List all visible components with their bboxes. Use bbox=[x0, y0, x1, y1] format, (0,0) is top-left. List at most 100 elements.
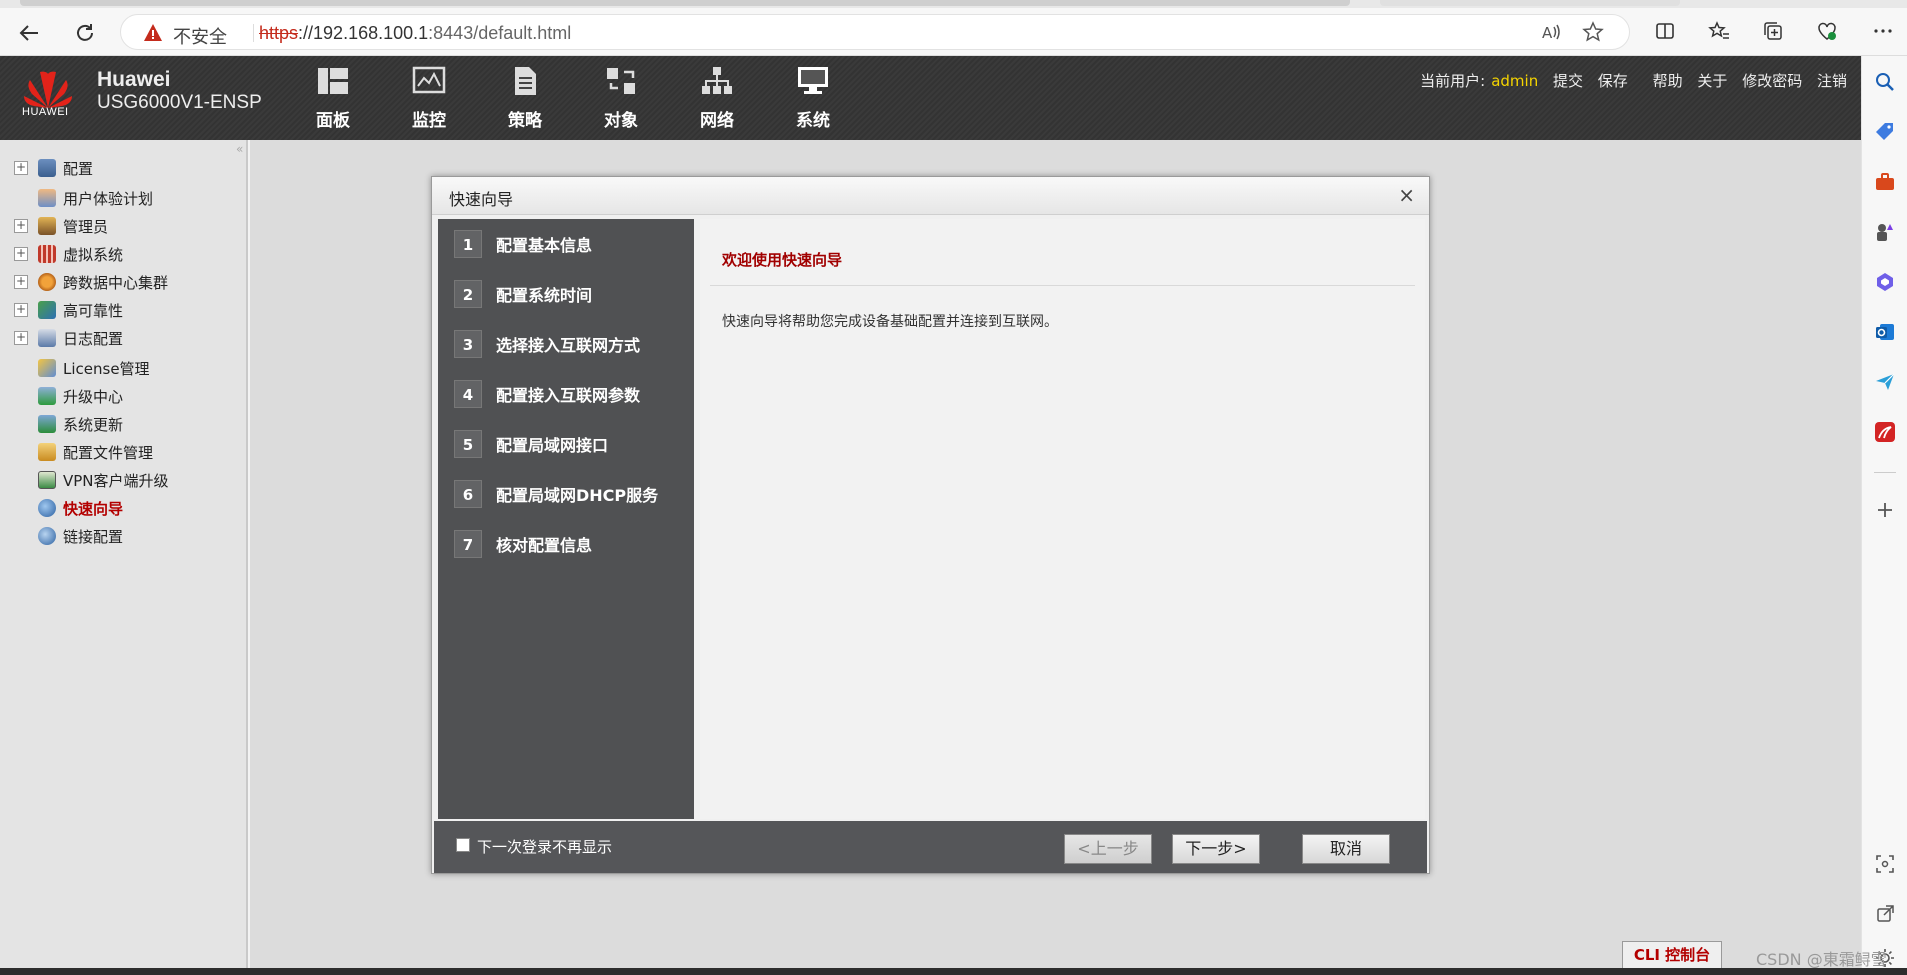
external-link-icon[interactable] bbox=[1873, 902, 1897, 926]
collections-icon[interactable] bbox=[1760, 20, 1786, 46]
more-options-icon[interactable] bbox=[1870, 20, 1896, 46]
shopping-tag-icon[interactable] bbox=[1873, 120, 1897, 144]
expand-icon[interactable]: + bbox=[14, 247, 28, 261]
split-screen-icon[interactable] bbox=[1652, 20, 1678, 46]
expand-icon[interactable]: + bbox=[14, 331, 28, 345]
browser-tab[interactable] bbox=[20, 0, 1350, 6]
tools-icon[interactable] bbox=[1873, 170, 1897, 194]
security-label[interactable]: 不安全 bbox=[173, 23, 227, 49]
dialog-footer: 下一次登录不再显示 <上一步 下一步> 取消 bbox=[434, 821, 1427, 873]
tree-item-label: 链接配置 bbox=[63, 527, 124, 546]
nav-network[interactable]: 网络 bbox=[687, 66, 747, 132]
refresh-icon[interactable] bbox=[70, 18, 100, 48]
next-button[interactable]: 下一步> bbox=[1172, 834, 1260, 864]
tree-item-quick-wizard[interactable]: 快速向导 bbox=[14, 496, 123, 520]
network-icon bbox=[702, 67, 732, 94]
step-label: 核对配置信息 bbox=[496, 536, 593, 555]
screenshot-icon[interactable] bbox=[1873, 852, 1897, 876]
tree-item-config[interactable]: + 配置 bbox=[14, 156, 93, 180]
tree-item-high-availability[interactable]: + 高可靠性 bbox=[14, 298, 123, 322]
cancel-button[interactable]: 取消 bbox=[1302, 834, 1390, 864]
nav-system[interactable]: 系统 bbox=[783, 66, 843, 132]
url-field[interactable]: 不安全 https://192.168.100.1:8443/default.h… bbox=[120, 14, 1630, 50]
tree-item-system-update[interactable]: 系统更新 bbox=[14, 412, 123, 436]
change-password-link[interactable]: 修改密码 bbox=[1742, 72, 1802, 90]
brand: Huawei USG6000V1-ENSP bbox=[97, 68, 262, 114]
nav-dashboard[interactable]: 面板 bbox=[303, 66, 363, 132]
object-icon bbox=[607, 68, 635, 94]
games-icon[interactable] bbox=[1873, 220, 1897, 244]
upgrade-center-icon bbox=[38, 387, 56, 405]
url-host: ://192.168.100.1 bbox=[298, 23, 429, 43]
logo-text: HUAWEI bbox=[22, 106, 69, 118]
tree-item-link-config[interactable]: 链接配置 bbox=[14, 524, 123, 548]
save-link[interactable]: 保存 bbox=[1598, 72, 1628, 90]
url-text[interactable]: https://192.168.100.1:8443/default.html bbox=[259, 23, 571, 44]
left-tree-panel: « + 配置 用户体验计划 + 管理员 + 虚拟系统 + 跨数据中心集群 + 高… bbox=[0, 140, 248, 970]
help-link[interactable]: 帮助 bbox=[1653, 72, 1683, 90]
step-number: 1 bbox=[454, 230, 482, 258]
favorites-icon[interactable] bbox=[1706, 20, 1732, 46]
search-icon[interactable] bbox=[1873, 70, 1897, 94]
nav-policy[interactable]: 策略 bbox=[495, 66, 555, 132]
user-experience-icon bbox=[38, 189, 56, 207]
wizard-step[interactable]: 6 配置局域网DHCP服务 bbox=[454, 479, 658, 509]
previous-button[interactable]: <上一步 bbox=[1064, 834, 1152, 864]
wizard-step[interactable]: 5 配置局域网接口 bbox=[454, 429, 608, 459]
step-number: 2 bbox=[454, 280, 482, 308]
dialog-title: 快速向导 bbox=[449, 190, 514, 209]
tree-item-log-config[interactable]: + 日志配置 bbox=[14, 326, 123, 350]
expand-icon[interactable]: + bbox=[14, 275, 28, 289]
tree-item-administrator[interactable]: + 管理员 bbox=[14, 214, 108, 238]
folder-icon bbox=[38, 443, 56, 461]
browser-essentials-icon[interactable] bbox=[1814, 20, 1840, 46]
read-aloud-icon[interactable]: A bbox=[1539, 21, 1563, 45]
close-icon[interactable]: × bbox=[1398, 183, 1415, 207]
vpn-client-icon bbox=[38, 471, 56, 489]
collapse-panel-icon[interactable]: « bbox=[236, 142, 243, 156]
expand-icon[interactable]: + bbox=[14, 161, 28, 175]
url-protocol: https bbox=[259, 23, 299, 43]
high-availability-icon bbox=[38, 301, 56, 319]
outlook-icon[interactable] bbox=[1873, 320, 1897, 344]
wizard-step[interactable]: 3 选择接入互联网方式 bbox=[454, 329, 640, 359]
browser-tab-inactive[interactable] bbox=[1380, 0, 1680, 6]
wizard-step[interactable]: 4 配置接入互联网参数 bbox=[454, 379, 640, 409]
wizard-step[interactable]: 7 核对配置信息 bbox=[454, 529, 592, 559]
quick-wizard-dialog: 快速向导 × 1 配置基本信息 2 配置系统时间 3 选择接入互联网方式 4 配… bbox=[431, 176, 1430, 874]
wizard-description: 快速向导将帮助您完成设备基础配置并连接到互联网。 bbox=[722, 314, 1058, 330]
license-icon bbox=[38, 359, 56, 377]
wizard-step[interactable]: 1 配置基本信息 bbox=[454, 229, 592, 259]
favorite-star-icon[interactable] bbox=[1581, 21, 1605, 45]
tree-item-vpn-client[interactable]: VPN客户端升级 bbox=[14, 468, 169, 492]
tree-item-upgrade-center[interactable]: 升级中心 bbox=[14, 384, 123, 408]
tree-item-license[interactable]: License管理 bbox=[14, 356, 150, 380]
cli-console-button[interactable]: CLI 控制台 bbox=[1622, 941, 1722, 969]
tree-item-config-file[interactable]: 配置文件管理 bbox=[14, 440, 153, 464]
nav-object[interactable]: 对象 bbox=[591, 66, 651, 132]
tree-item-virtual-system[interactable]: + 虚拟系统 bbox=[14, 242, 123, 266]
submit-link[interactable]: 提交 bbox=[1553, 72, 1583, 90]
app-red-icon[interactable] bbox=[1873, 420, 1897, 444]
send-icon[interactable] bbox=[1873, 370, 1897, 394]
tree-item-user-experience[interactable]: 用户体验计划 bbox=[14, 186, 153, 210]
tree-item-cross-dc-cluster[interactable]: + 跨数据中心集群 bbox=[14, 270, 168, 294]
wizard-step[interactable]: 2 配置系统时间 bbox=[454, 279, 592, 309]
nav-monitor[interactable]: 监控 bbox=[399, 66, 459, 132]
about-link[interactable]: 关于 bbox=[1697, 72, 1727, 90]
copilot-icon[interactable] bbox=[1873, 270, 1897, 294]
step-number: 7 bbox=[454, 530, 482, 558]
logout-link[interactable]: 注销 bbox=[1817, 72, 1847, 90]
current-user-name: admin bbox=[1491, 72, 1539, 90]
bottom-strip bbox=[0, 968, 1907, 975]
expand-icon[interactable]: + bbox=[14, 303, 28, 317]
back-icon[interactable] bbox=[14, 18, 44, 48]
dont-show-checkbox[interactable] bbox=[456, 838, 470, 852]
expand-icon[interactable]: + bbox=[14, 219, 28, 233]
tree-item-label: License管理 bbox=[63, 359, 150, 378]
tree-item-label: 用户体验计划 bbox=[63, 189, 154, 208]
dashboard-icon bbox=[318, 68, 348, 94]
add-icon[interactable] bbox=[1873, 498, 1897, 522]
huawei-logo-icon bbox=[24, 71, 72, 108]
dont-show-label[interactable]: 下一次登录不再显示 bbox=[477, 836, 612, 857]
